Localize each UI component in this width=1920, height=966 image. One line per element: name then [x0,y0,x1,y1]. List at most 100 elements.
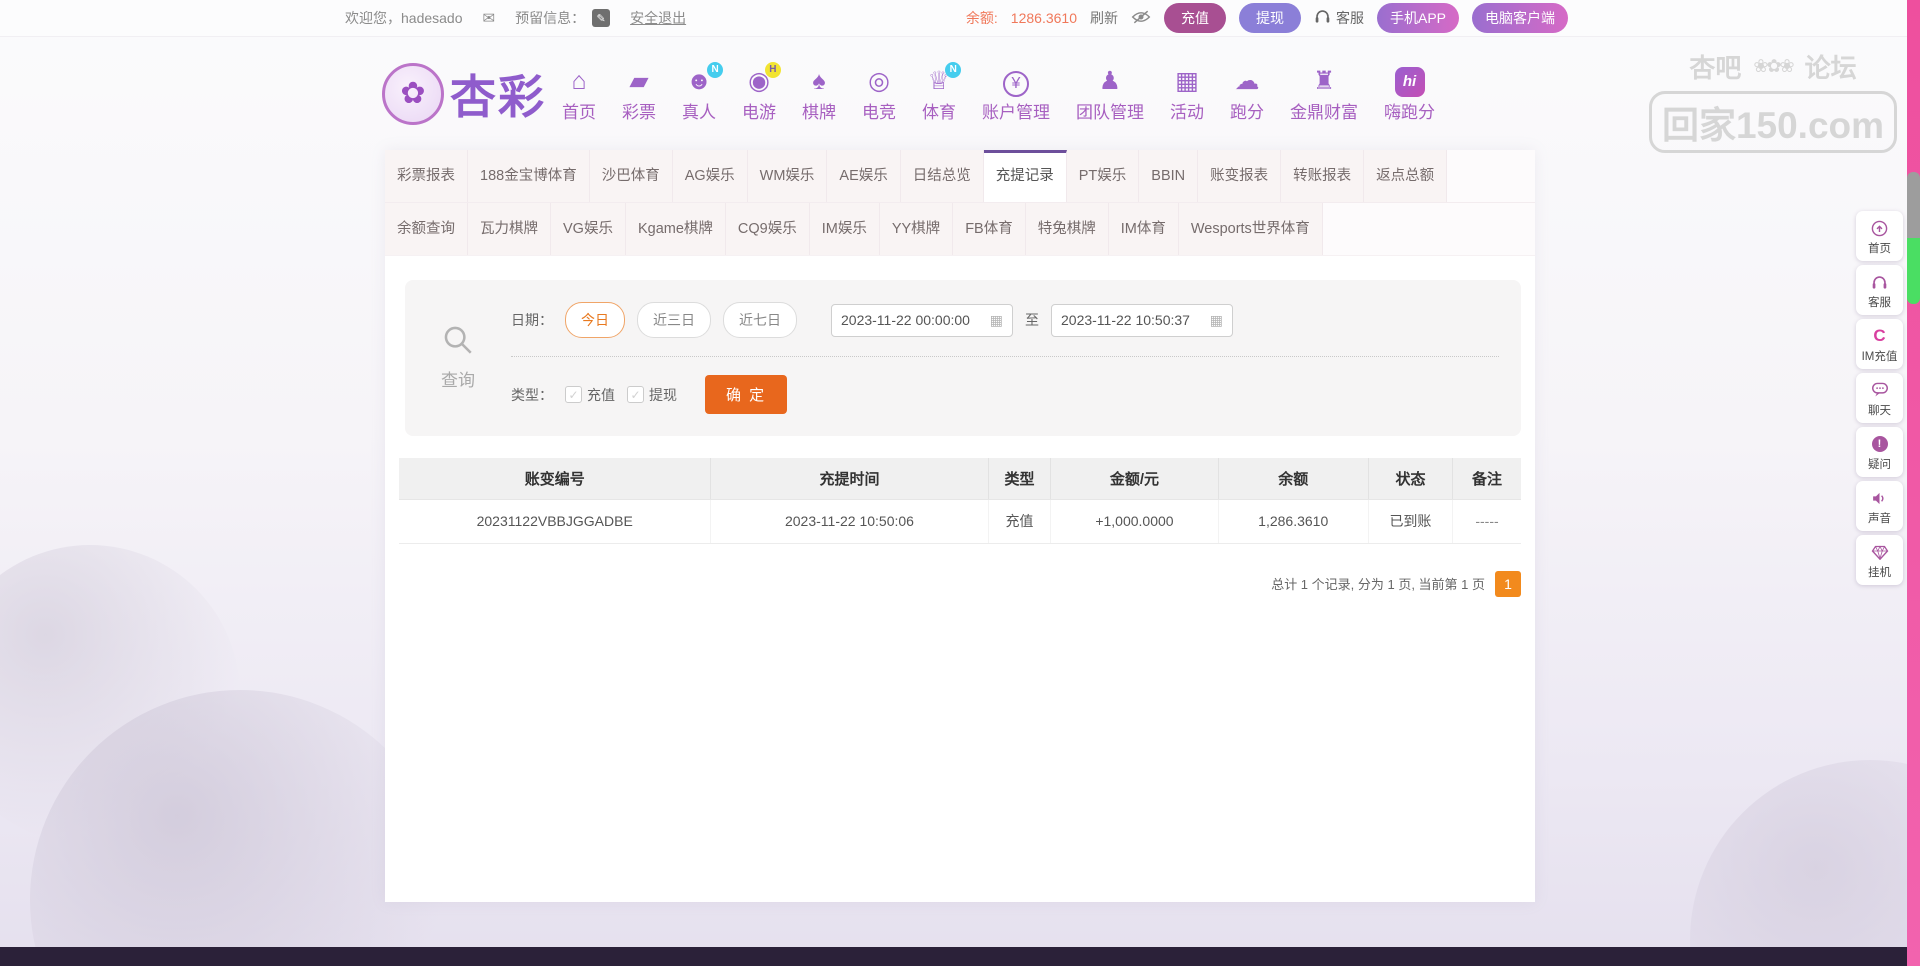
page-1-button[interactable]: 1 [1495,571,1521,597]
ticket-icon: ▰ [629,65,648,97]
query-label-block: 查询 [405,294,511,420]
float-sound-button[interactable]: 声音 [1856,481,1903,531]
deposit-button[interactable]: 充值 [1164,3,1226,33]
tab-tetu-games[interactable]: 特兔棋牌 [1026,203,1109,255]
quick-7days-pill[interactable]: 近七日 [723,302,797,338]
tab-188-sports[interactable]: 188金宝博体育 [468,150,590,202]
tab-wesports[interactable]: Wesports世界体育 [1179,203,1323,255]
calendar-icon: ▦ [990,312,1003,329]
nav-sports[interactable]: ♕N 体育 [922,65,956,123]
watermark-left-text: 杏吧 [1689,48,1741,85]
report-tabs-row-2: 余额查询 瓦力棋牌 VG娱乐 Kgame棋牌 CQ9娱乐 IM娱乐 YY棋牌 F… [385,203,1535,256]
customer-service-label: 客服 [1336,8,1364,28]
scrollbar-thumb[interactable] [1907,172,1920,238]
nav-account-management[interactable]: ¥ 账户管理 [982,68,1050,123]
date-to-input[interactable]: 2023-11-22 10:50:37 ▦ [1051,304,1233,337]
nav-jinding-wealth[interactable]: ♜ 金鼎财富 [1290,65,1358,123]
tab-im-sports[interactable]: IM体育 [1109,203,1179,255]
pagination: 总计 1 个记录, 分为 1 页, 当前第 1 页 1 [399,571,1521,597]
pc-client-button[interactable]: 电脑客户端 [1472,3,1568,33]
live-dealer-icon: ☻N [686,65,712,97]
date-label: 日期： [511,310,553,330]
quick-3days-pill[interactable]: 近三日 [637,302,711,338]
query-label: 查询 [441,366,475,391]
tab-im-games[interactable]: IM娱乐 [810,203,880,255]
col-balance: 余额 [1218,458,1368,499]
tab-wali-games[interactable]: 瓦力棋牌 [468,203,551,255]
flourish-ornament-icon: ❀✿❀ [1753,56,1792,77]
tab-bbin[interactable]: BBIN [1139,150,1198,202]
exclamation-circle-icon: ! [1872,435,1888,453]
balance-value: 1286.3610 [1011,10,1077,26]
tab-saba-sports[interactable]: 沙巴体育 [590,150,673,202]
tab-account-change-report[interactable]: 账变报表 [1198,150,1281,202]
float-home-button[interactable]: 首页 [1856,211,1903,261]
content-panel: 彩票报表 188金宝博体育 沙巴体育 AG娱乐 WM娱乐 AE娱乐 日结总览 充… [385,150,1535,902]
tab-vg[interactable]: VG娱乐 [551,203,626,255]
tab-pt[interactable]: PT娱乐 [1067,150,1140,202]
date-from-input[interactable]: 2023-11-22 00:00:00 ▦ [831,304,1013,337]
tab-daily-summary[interactable]: 日结总览 [901,150,984,202]
nav-egames[interactable]: ◉H 电游 [742,65,776,123]
withdraw-button[interactable]: 提现 [1239,3,1301,33]
col-amount: 金额/元 [1051,458,1218,499]
nav-hi-paofen[interactable]: hi 嗨跑分 [1384,67,1435,123]
table-row: 20231122VBBJGGADBE 2023-11-22 10:50:06 充… [399,499,1521,543]
tab-transfer-report[interactable]: 转账报表 [1281,150,1364,202]
tab-rebate-total[interactable]: 返点总额 [1364,150,1447,202]
type-withdraw-checkbox[interactable]: ✓ 提现 [627,385,677,405]
calendar-icon: ▦ [1210,312,1223,329]
tab-cq9[interactable]: CQ9娱乐 [726,203,810,255]
tab-ae[interactable]: AE娱乐 [827,150,900,202]
cell-balance: 1,286.3610 [1218,499,1368,543]
nav-home[interactable]: ⌂ 首页 [562,65,596,123]
col-transaction-id: 账变编号 [399,458,711,499]
float-chat-button[interactable]: 聊天 [1856,373,1903,423]
nav-team-management[interactable]: ♟ 团队管理 [1076,65,1144,123]
nav-paofen[interactable]: ☁ 跑分 [1230,65,1264,123]
tab-deposit-withdraw-records-active[interactable]: 充提记录 [984,150,1067,202]
tab-ag[interactable]: AG娱乐 [673,150,748,202]
scrollbar-thumb-green[interactable] [1907,238,1920,304]
site-logo[interactable]: ✿ 杏彩 [382,61,546,127]
logout-link[interactable]: 安全退出 [630,8,686,28]
refresh-button[interactable]: 刷新 [1090,8,1118,28]
nav-live-casino[interactable]: ☻N 真人 [682,65,716,123]
nav-lottery[interactable]: ▰ 彩票 [622,65,656,123]
nav-esports[interactable]: ◎ 电竞 [862,65,896,123]
tab-balance-query[interactable]: 余额查询 [385,203,468,255]
checkbox-icon: ✓ [627,386,644,403]
tab-kgame[interactable]: Kgame棋牌 [626,203,726,255]
eye-slash-icon[interactable] [1131,10,1151,27]
envelope-icon[interactable]: ✉ [483,9,496,27]
watermark-domain: 回家150.com [1649,91,1897,153]
floating-toolbar: 首页 客服 C IM充值 聊天 ! 疑问 声音 挂机 [1856,211,1903,585]
float-question-button[interactable]: ! 疑问 [1856,427,1903,477]
gift-icon: ▦ [1175,65,1199,97]
confirm-button[interactable]: 确 定 [705,375,787,414]
report-tabs-row-1: 彩票报表 188金宝博体育 沙巴体育 AG娱乐 WM娱乐 AE娱乐 日结总览 充… [385,150,1535,203]
tab-wm[interactable]: WM娱乐 [748,150,828,202]
tabs-filler [1447,150,1535,202]
tab-lottery-report[interactable]: 彩票报表 [385,150,468,202]
gem-icon [1871,543,1889,561]
float-im-recharge-button[interactable]: C IM充值 [1856,319,1903,369]
float-hangup-button[interactable]: 挂机 [1856,535,1903,585]
tab-fb-sports[interactable]: FB体育 [953,203,1026,255]
cell-time: 2023-11-22 10:50:06 [711,499,988,543]
nav-board-games[interactable]: ♠ 棋牌 [802,65,836,123]
mobile-app-button[interactable]: 手机APP [1377,3,1459,33]
main-nav: ⌂ 首页 ▰ 彩票 ☻N 真人 ◉H 电游 ♠ 棋牌 ◎ 电竞 ♕N 体育 ¥ [562,65,1435,123]
tabs-filler [1323,203,1535,255]
edit-pencil-icon[interactable]: ✎ [592,9,610,27]
quick-today-pill[interactable]: 今日 [565,302,625,338]
nav-activities[interactable]: ▦ 活动 [1170,65,1204,123]
float-customer-service-button[interactable]: 客服 [1856,265,1903,315]
logo-emblem-icon: ✿ [382,63,444,125]
cell-status: 已到账 [1368,499,1452,543]
customer-service-link[interactable]: 客服 [1314,8,1364,28]
rhino-icon: ☁ [1235,65,1260,97]
gamepad-icon: ◉H [748,65,770,97]
tab-yy-games[interactable]: YY棋牌 [880,203,953,255]
type-deposit-checkbox[interactable]: ✓ 充值 [565,385,615,405]
